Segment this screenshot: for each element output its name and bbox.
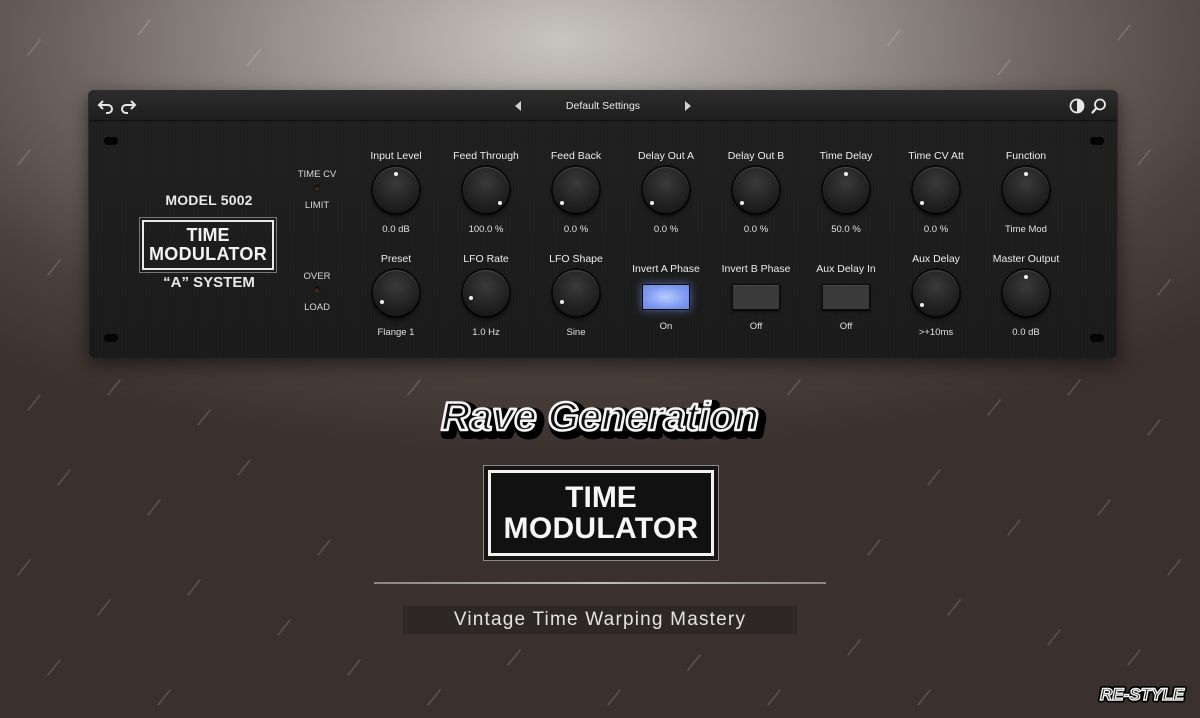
knob-indicator: [920, 303, 924, 307]
aux-delay-label: Aux Delay: [912, 253, 960, 265]
system-label: “A” SYSTEM: [163, 274, 255, 291]
time-delay-value: 50.0 %: [831, 224, 861, 235]
rave-logo-text: Rave Generation: [441, 395, 759, 439]
input-level-knob[interactable]: [373, 167, 419, 213]
time-cv-limit-led: [314, 185, 320, 191]
rack-screw-hole: [1090, 334, 1104, 342]
invert-a-phase-label: Invert A Phase: [632, 263, 700, 275]
led-limit-label: LIMIT: [304, 200, 330, 211]
model-number: MODEL 5002: [165, 192, 253, 208]
previous-preset-arrow-icon[interactable]: [513, 99, 523, 113]
lfo-shape-value: Sine: [566, 327, 586, 338]
aux-delay-knob[interactable]: [913, 270, 959, 316]
tagline: Vintage Time Warping Mastery: [403, 606, 797, 634]
preset-name-display[interactable]: Default Settings: [529, 100, 677, 112]
knob-indicator: [498, 201, 502, 205]
feed-back-value: 0.0 %: [563, 224, 589, 235]
aux-delay-in-toggle[interactable]: [822, 284, 870, 310]
master-output-knob[interactable]: [1003, 270, 1049, 316]
invert-b-phase-value: Off: [749, 321, 763, 332]
knob-indicator: [560, 201, 564, 205]
redo-icon[interactable]: [119, 97, 137, 115]
lfo-rate-knob[interactable]: [463, 270, 509, 316]
plugin-toolbar: Default Settings: [89, 91, 1117, 121]
knob-indicator: [844, 172, 848, 176]
lfo-rate-label: LFO Rate: [463, 253, 509, 265]
rack-screw-hole: [104, 137, 118, 145]
feed-back-label: Feed Back: [550, 150, 602, 162]
led-time-cv-label: TIME CV: [297, 169, 337, 180]
rack-screw-hole: [1090, 137, 1104, 145]
invert-b-phase-label: Invert B Phase: [721, 263, 791, 275]
led-over-label: OVER: [303, 271, 331, 282]
led-load-label: LOAD: [304, 302, 330, 313]
aux-delay-in-label: Aux Delay In: [816, 263, 876, 275]
input-level-label: Input Level: [370, 150, 422, 162]
knob-indicator: [560, 300, 564, 304]
plugin-window: Default Settings MODEL 5002 TIME MODULAT…: [88, 90, 1118, 358]
panel-logo: TIME MODULATOR: [142, 220, 274, 270]
time-cv-att-label: Time CV Att: [908, 150, 964, 162]
time-delay-knob[interactable]: [823, 167, 869, 213]
aux-delay-value: >+10ms: [918, 327, 954, 338]
rack-faceplate: MODEL 5002 TIME MODULATOR “A” SYSTEM TIM…: [89, 122, 1117, 358]
delay-out-b-label: Delay Out B: [727, 150, 785, 162]
delay-out-a-knob[interactable]: [643, 167, 689, 213]
big-logo-line2: MODULATOR: [503, 512, 699, 545]
invert-b-phase-toggle[interactable]: [732, 284, 780, 310]
re-style-brand-logo: RE-STYLE RE-STYLE: [1097, 683, 1187, 707]
panel-logo-line2: MODULATOR: [148, 244, 268, 264]
knob-indicator: [1024, 172, 1028, 176]
master-output-value: 0.0 dB: [1012, 327, 1040, 338]
aux-delay-in-value: Off: [839, 321, 853, 332]
feed-back-knob[interactable]: [553, 167, 599, 213]
divider-line: [374, 582, 826, 584]
delay-out-a-value: 0.0 %: [653, 224, 679, 235]
next-preset-arrow-icon[interactable]: [683, 99, 693, 113]
invert-a-phase-value: On: [659, 321, 673, 332]
panel-logo-line1: TIME: [186, 225, 230, 245]
lfo-rate-value: 1.0 Hz: [472, 327, 500, 338]
brand-text: RE-STYLE: [1100, 685, 1185, 704]
knob-indicator: [394, 172, 398, 176]
preset-value: Flange 1: [377, 327, 415, 338]
function-label: Function: [1005, 150, 1047, 162]
preset-label: Preset: [380, 253, 412, 265]
time-cv-att-knob[interactable]: [913, 167, 959, 213]
knob-indicator: [469, 296, 473, 300]
preset-knob[interactable]: [373, 270, 419, 316]
undo-icon[interactable]: [97, 97, 115, 115]
delay-out-b-value: 0.0 %: [743, 224, 769, 235]
time-cv-att-value: 0.0 %: [923, 224, 949, 235]
rack-screw-hole: [104, 334, 118, 342]
feed-through-label: Feed Through: [453, 150, 519, 162]
knob-indicator: [380, 300, 384, 304]
big-logo-line1: TIME: [565, 481, 637, 514]
time-modulator-big-logo: TIME MODULATOR: [488, 470, 714, 556]
lfo-shape-label: LFO Shape: [549, 253, 603, 265]
magnifier-icon[interactable]: [1090, 97, 1108, 115]
delay-out-b-knob[interactable]: [733, 167, 779, 213]
invert-a-phase-toggle[interactable]: [642, 284, 690, 310]
input-level-value: 0.0 dB: [382, 224, 410, 235]
lfo-shape-knob[interactable]: [553, 270, 599, 316]
knob-indicator: [920, 201, 924, 205]
feed-through-value: 100.0 %: [468, 224, 504, 235]
function-knob[interactable]: [1003, 167, 1049, 213]
function-value: Time Mod: [1005, 224, 1047, 235]
knob-indicator: [740, 201, 744, 205]
knob-indicator: [650, 201, 654, 205]
delay-out-a-label: Delay Out A: [637, 150, 695, 162]
time-delay-label: Time Delay: [819, 150, 873, 162]
rave-generation-logo: Rave Generation Rave Generation: [440, 394, 768, 445]
feed-through-knob[interactable]: [463, 167, 509, 213]
contrast-icon[interactable]: [1068, 97, 1086, 115]
knob-indicator: [1024, 275, 1028, 279]
overload-led: [314, 287, 320, 293]
master-output-label: Master Output: [992, 253, 1060, 265]
